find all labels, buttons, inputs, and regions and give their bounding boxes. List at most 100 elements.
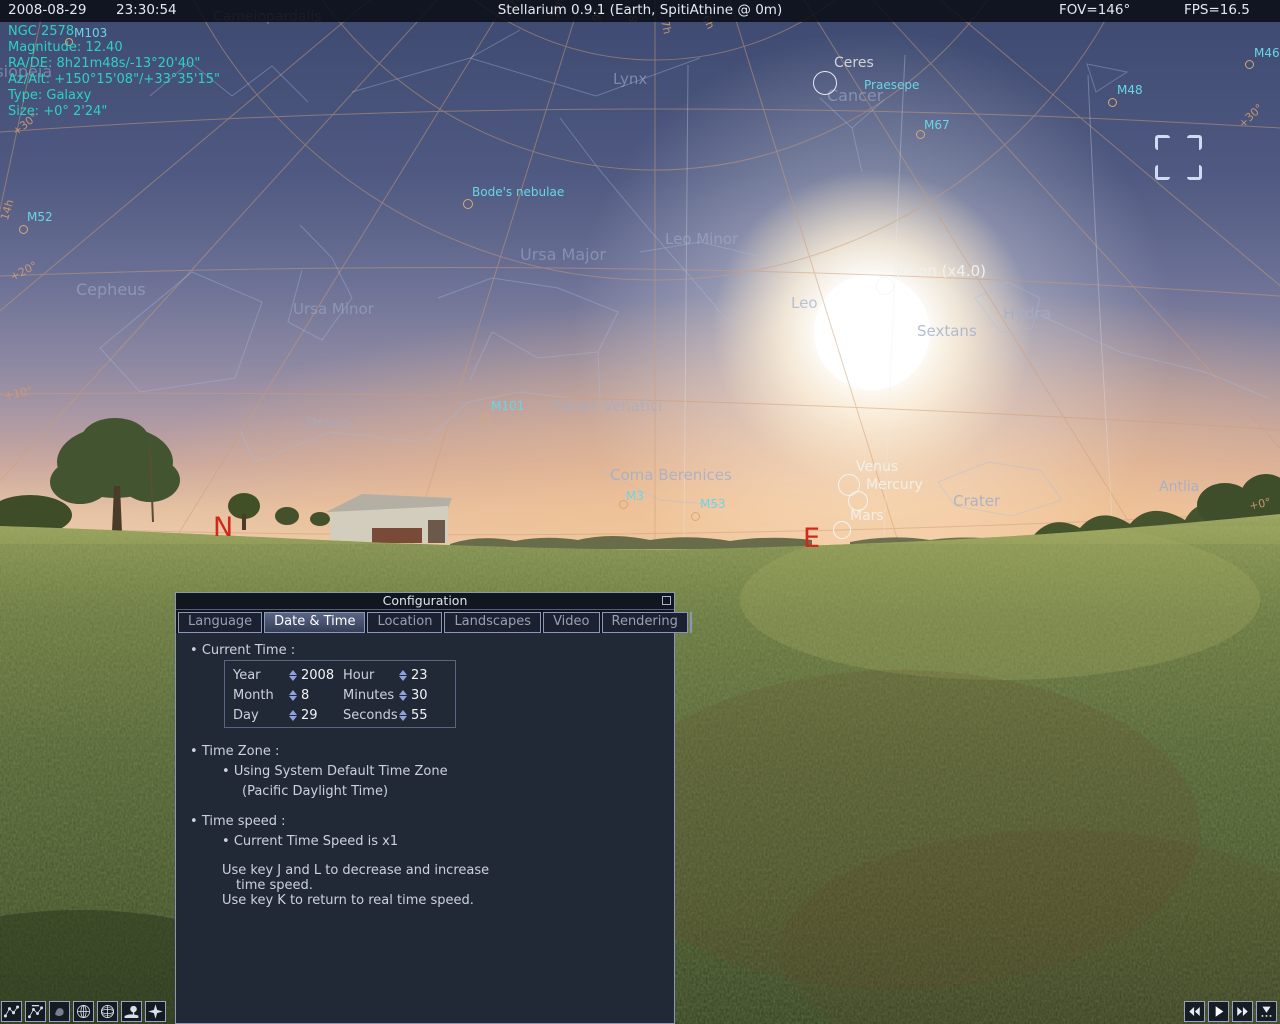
spin-down-icon[interactable] (399, 696, 407, 701)
equatorial-grid-icon (75, 1003, 92, 1020)
timezone-header: Time Zone : (190, 744, 279, 759)
status-bar: 2008-08-29 23:30:54 Stellarium 0.9.1 (Ea… (0, 0, 1280, 22)
stellarium-window: CamelopardalisCassiopeiaCepheusUrsa Mino… (0, 0, 1280, 1024)
object-info-line: Az/Alt: +150°15'08"/+33°35'15" (8, 72, 220, 88)
time-now-button[interactable] (1256, 1001, 1277, 1022)
timespeed-help-2: time speed. (236, 878, 313, 893)
tab-landscapes[interactable]: Landscapes (444, 612, 541, 633)
ground-button[interactable] (121, 1001, 142, 1022)
ground-icon (123, 1003, 140, 1020)
spin-up-icon[interactable] (289, 710, 297, 715)
spin-up-icon[interactable] (289, 670, 297, 675)
object-marker-m101[interactable] (481, 414, 491, 424)
tab-rendering[interactable]: Rendering (602, 612, 688, 633)
tab-location[interactable]: Location (367, 612, 442, 633)
year-spinner[interactable] (289, 670, 298, 681)
spin-label-minutes: Minutes (343, 688, 399, 703)
object-info-line: RA/DE: 8h21m48s/-13°20'40" (8, 56, 220, 72)
cardinal-points-icon (147, 1003, 164, 1020)
constellation-lines-button[interactable] (1, 1001, 22, 1022)
fps-indicator: FPS=16.5 (1184, 2, 1250, 18)
spin-label-day: Day (233, 708, 289, 723)
object-marker-m3[interactable] (619, 500, 628, 509)
spin-label-hour: Hour (343, 668, 399, 683)
tab-date-time[interactable]: Date & Time (264, 612, 365, 633)
close-icon[interactable] (662, 596, 671, 605)
selection-marker (1155, 135, 1202, 180)
constellation-art-button[interactable] (49, 1001, 70, 1022)
spin-down-icon[interactable] (399, 716, 407, 721)
selected-object-info: NGC 2578Magnitude: 12.40RA/DE: 8h21m48s/… (8, 24, 220, 120)
spin-row-seconds: Seconds55 (343, 705, 428, 725)
object-info-line: Magnitude: 12.40 (8, 40, 220, 56)
spin-up-icon[interactable] (399, 670, 407, 675)
constellation-art-icon (51, 1003, 68, 1020)
object-marker-m52[interactable] (19, 225, 28, 234)
time-play-button[interactable] (1208, 1001, 1229, 1022)
object-info-line: NGC 2578 (8, 24, 220, 40)
spin-row-year: Year 2008 (233, 665, 334, 685)
equatorial-grid-button[interactable] (73, 1001, 94, 1022)
object-info-line: Size: +0° 2'24" (8, 104, 220, 120)
month-spinner[interactable] (289, 690, 298, 701)
rewind-icon (1186, 1003, 1203, 1020)
object-marker-bode-s-nebulae[interactable] (463, 199, 473, 209)
spin-row-day: Day 29 (233, 705, 334, 725)
object-marker-mercury[interactable] (848, 491, 868, 511)
spin-down-icon[interactable] (289, 696, 297, 701)
tab-bar-filler (690, 612, 692, 633)
now-icon (1258, 1003, 1275, 1020)
spin-down-icon[interactable] (399, 676, 407, 681)
object-marker-m48[interactable] (1108, 98, 1117, 107)
timespeed-header: Time speed : (190, 814, 286, 829)
app-title: Stellarium 0.9.1 (Earth, SpitiAthine @ 0… (498, 2, 782, 18)
day-value: 29 (301, 708, 318, 723)
constellation-lines-icon (3, 1003, 20, 1020)
object-marker-mars[interactable] (833, 521, 851, 539)
tab-language[interactable]: Language (178, 612, 262, 633)
timezone-detail: (Pacific Daylight Time) (242, 784, 388, 799)
timespeed-help-1: Use key J and L to decrease and increase (222, 863, 489, 878)
spin-up-icon[interactable] (289, 690, 297, 695)
constellation-labels-button[interactable] (25, 1001, 46, 1022)
spin-down-icon[interactable] (289, 716, 297, 721)
spin-label-month: Month (233, 688, 289, 703)
time-forward-button[interactable] (1232, 1001, 1253, 1022)
spin-up-icon[interactable] (399, 690, 407, 695)
minutes-spinner[interactable] (399, 690, 408, 701)
spin-label-year: Year (233, 668, 289, 683)
spin-down-icon[interactable] (289, 676, 297, 681)
hour-spinner[interactable] (399, 670, 408, 681)
spin-up-icon[interactable] (399, 710, 407, 715)
tab-video[interactable]: Video (543, 612, 599, 633)
azimuthal-grid-button[interactable] (97, 1001, 118, 1022)
timespeed-help-3: Use key K to return to real time speed. (222, 893, 474, 908)
year-value: 2008 (301, 668, 334, 683)
forward-icon (1234, 1003, 1251, 1020)
object-marker-moon[interactable] (876, 277, 894, 295)
object-marker-ceres[interactable] (813, 71, 837, 95)
seconds-spinner[interactable] (399, 710, 408, 721)
object-marker-m46[interactable] (1245, 60, 1254, 69)
current-time-header: Current Time : (190, 643, 295, 658)
object-info-line: Type: Galaxy (8, 88, 220, 104)
time-spinbox: Year 2008 Month8 Day 29 Hour 23 Minutes 30 Secon… (224, 660, 456, 728)
dialog-titlebar[interactable]: Configuration (176, 593, 674, 610)
current-date: 2008-08-29 (8, 2, 86, 18)
current-time: 23:30:54 (116, 2, 177, 18)
minutes-value: 30 (411, 688, 428, 703)
hour-value: 23 (411, 668, 428, 683)
cardinal-points-button[interactable] (145, 1001, 166, 1022)
time-rewind-button[interactable] (1184, 1001, 1205, 1022)
azimuthal-grid-icon (99, 1003, 116, 1020)
timespeed-value: Current Time Speed is x1 (222, 834, 398, 849)
day-spinner[interactable] (289, 710, 298, 721)
dialog-tab-bar: LanguageDate & TimeLocationLandscapesVid… (176, 610, 674, 633)
object-marker-m53[interactable] (691, 512, 700, 521)
play-icon (1210, 1003, 1227, 1020)
object-marker-m67[interactable] (916, 130, 925, 139)
seconds-value: 55 (411, 708, 428, 723)
timezone-value: Using System Default Time Zone (222, 764, 448, 779)
spin-row-hour: Hour 23 (343, 665, 428, 685)
spin-row-month: Month8 (233, 685, 334, 705)
